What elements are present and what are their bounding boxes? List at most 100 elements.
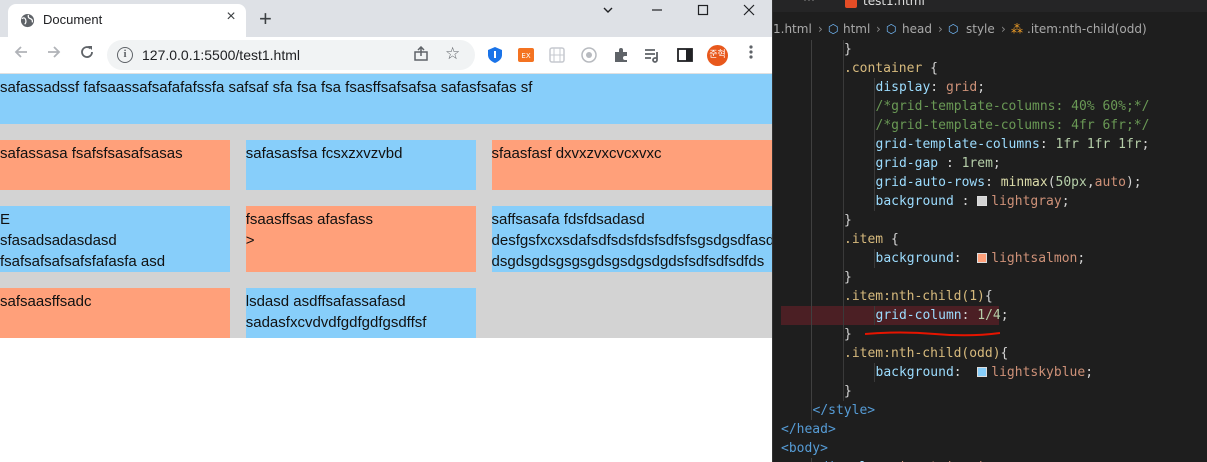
code-token: background: [875, 365, 954, 380]
code-area[interactable]: } .container {display: grid;/*grid-templa…: [773, 40, 1207, 462]
code-line: }: [773, 40, 1207, 59]
code-token: .container: [844, 61, 923, 76]
code-text: </style>: [813, 401, 876, 420]
indent-guide: [811, 135, 812, 154]
breadcrumb-head[interactable]: head: [902, 22, 932, 36]
browser-toolbar: i 127.0.0.1:5500/test1.html ☆ EX 준혁: [0, 37, 772, 74]
code-token: :: [1039, 137, 1056, 152]
indent-guide: [842, 135, 844, 154]
code-token: :: [938, 156, 962, 171]
address-bar[interactable]: i 127.0.0.1:5500/test1.html ☆: [107, 40, 475, 70]
color-swatch[interactable]: [977, 253, 988, 263]
code-token: .item:nth-child(1): [844, 289, 985, 304]
puzzle-icon[interactable]: [612, 46, 630, 64]
breadcrumb-file[interactable]: 1.html: [773, 22, 812, 36]
extension-grid-icon[interactable]: [548, 46, 566, 64]
profile-avatar[interactable]: 준혁: [707, 45, 728, 66]
code-line: </head>: [773, 420, 1207, 439]
code-line: .item:nth-child(odd){: [773, 344, 1207, 363]
indent-guide: [842, 192, 844, 211]
code-token: ;: [1000, 308, 1009, 323]
extension-circle-icon[interactable]: [580, 46, 598, 64]
share-icon[interactable]: [413, 45, 429, 65]
code-token: :: [953, 194, 978, 209]
side-panel-icon[interactable]: [676, 46, 694, 64]
code-token: .item:nth-child(odd): [844, 346, 1001, 361]
grid-item-4: sfaasfasf dxvxzvxcvcxvxc: [491, 140, 772, 190]
color-swatch[interactable]: [977, 196, 988, 206]
grid-item-text: safassadssf fafsaassafsafafafssfa safsaf…: [0, 79, 533, 96]
code-token: ;: [992, 156, 1001, 171]
svg-text:EX: EX: [521, 52, 530, 60]
back-icon[interactable]: [10, 44, 32, 66]
code-text: .item {: [844, 230, 899, 249]
more-menu-icon[interactable]: [740, 44, 762, 66]
code-token: }: [844, 270, 852, 285]
code-text: grid-auto-rows: minmax(50px,auto);: [876, 173, 1142, 192]
breadcrumb-style[interactable]: style: [966, 22, 995, 36]
grid-item-7: saffsasafa fdsfdsadasd desfgsfxcxsdafsdfs…: [491, 206, 772, 272]
code-editor: ··· test1.html 1.html › ⬡ html › ⬡ head …: [772, 0, 1207, 462]
bookmark-star-icon[interactable]: ☆: [445, 44, 460, 64]
chevron-down-icon[interactable]: [585, 0, 631, 30]
indent-guide: [842, 116, 844, 135]
indent-guide: [811, 78, 812, 97]
code-token: /*grid-template-columns: 40% 60%;*/: [875, 99, 1150, 114]
close-window-icon[interactable]: [726, 0, 772, 30]
code-line: background: lightsalmon;: [773, 249, 1207, 268]
code-line: </style>: [773, 401, 1207, 420]
code-token: .item: [844, 232, 884, 247]
code-line: background: lightskyblue;: [773, 363, 1207, 382]
code-line: <div class='container'>: [773, 458, 1207, 462]
code-token: {: [1000, 346, 1009, 361]
minimize-icon[interactable]: [634, 0, 680, 30]
media-queue-icon[interactable]: [643, 46, 661, 64]
cube-icon: ⬡: [886, 22, 897, 36]
code-line: grid-gap : 1rem;: [773, 154, 1207, 173]
close-tab-icon[interactable]: ×: [223, 9, 239, 25]
breadcrumb-selector[interactable]: .item:nth-child(odd): [1027, 22, 1147, 36]
code-token: 1/4: [977, 308, 1001, 323]
site-info-icon[interactable]: i: [117, 47, 133, 63]
html5-icon: [845, 0, 857, 8]
more-actions-icon[interactable]: ···: [803, 0, 815, 6]
indent-guide: [842, 306, 844, 325]
color-swatch[interactable]: [977, 367, 988, 377]
selector-icon: ⁂: [1011, 22, 1023, 36]
maximize-icon[interactable]: [680, 0, 726, 30]
indent-guide: [811, 230, 812, 249]
code-line: }: [773, 211, 1207, 230]
forward-icon[interactable]: [43, 44, 65, 66]
indent-guide: [811, 287, 812, 306]
indent-guide: [811, 363, 812, 382]
code-text: background : lightgray;: [876, 192, 1070, 211]
grid-item-text: sfasadsadasdasd: [0, 232, 117, 249]
code-text: <body>: [781, 439, 828, 458]
breadcrumb-html[interactable]: html: [843, 22, 870, 36]
browser-tab[interactable]: Document ×: [8, 4, 246, 37]
editor-tab-test1[interactable]: test1.html: [863, 0, 925, 8]
code-text: /*grid-template-columns: 40% 60%;*/: [876, 97, 1150, 116]
url-text[interactable]: 127.0.0.1:5500/test1.html: [142, 47, 300, 63]
code-line: <body>: [773, 439, 1207, 458]
code-token: /*grid-template-columns: 4fr 6fr;*/: [875, 118, 1150, 133]
code-text: /*grid-template-columns: 4fr 6fr;*/: [876, 116, 1150, 135]
code-token: ;: [1077, 251, 1086, 266]
editor-tab-bar: ··· test1.html: [773, 0, 1207, 12]
grid-item-text: desfgsfxcxsdafsdfsdsfdsfsdfsfsgsdgsdfasd…: [491, 232, 772, 249]
grid-item-text: fsafsafsafsafsfafasfa asd: [0, 253, 166, 270]
shield-extension-icon[interactable]: [486, 46, 504, 64]
grid-container: safassadssf fafsaassafsafafafssfa safsaf…: [0, 74, 772, 338]
code-line: /*grid-template-columns: 4fr 6fr;*/: [773, 116, 1207, 135]
reload-icon[interactable]: [76, 44, 98, 66]
grid-item-text: safassasa fsafsfsasafsasas: [0, 145, 183, 162]
code-token: grid-column: [875, 308, 962, 323]
grid-item-5: Esfasadsadasdasd fsafsafsafsafsfafasfa as…: [0, 206, 230, 272]
code-token: grid-gap: [875, 156, 939, 171]
new-tab-icon[interactable]: +: [259, 6, 272, 32]
indent-guide: [811, 344, 812, 363]
indent-guide: [811, 325, 812, 344]
extension-orange-icon[interactable]: EX: [517, 46, 535, 64]
code-text: </head>: [781, 420, 836, 439]
code-token: grid-template-columns: [875, 137, 1040, 152]
